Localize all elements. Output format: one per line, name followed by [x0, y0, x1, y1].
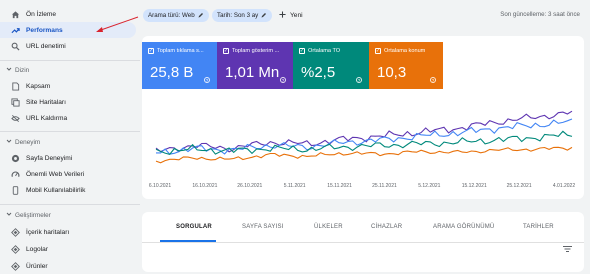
- series-line-2: [155, 130, 573, 156]
- sidebar-item-page-experience[interactable]: Sayfa Deneyimi: [0, 150, 136, 166]
- sidebar-item-label: İçerik haritaları: [26, 229, 70, 236]
- diamond-icon: [11, 245, 20, 254]
- sidebar-item-label: URL denetimi: [26, 43, 66, 50]
- help-icon[interactable]: ?: [430, 77, 436, 83]
- sidebar-item-label: Önemli Web Verileri: [26, 171, 85, 178]
- tab-search-appearance[interactable]: ARAMA GÖRÜNÜMÜ: [433, 224, 494, 230]
- edit-icon: [261, 12, 267, 20]
- speed-icon: [11, 170, 20, 179]
- new-filter-button[interactable]: Yeni: [279, 9, 303, 22]
- x-tick-label: 16.10.2021: [192, 183, 217, 189]
- divider: [0, 60, 140, 61]
- sidebar-item-label: Logolar: [26, 246, 48, 253]
- last-update-text: Son güncelleme: 3 saat önce: [500, 11, 580, 18]
- x-tick-label: 5.11.2021: [284, 183, 306, 189]
- checkbox-icon[interactable]: ✓: [375, 48, 381, 54]
- section-header-enhancements[interactable]: Geliştirmeler: [6, 211, 51, 219]
- filter-icon[interactable]: [563, 246, 572, 252]
- metric-total-impressions[interactable]: ✓ Toplam gösterim ... 1,01 Mn ?: [217, 42, 293, 89]
- sidebar-item-breadcrumbs[interactable]: İçerik haritaları: [0, 224, 136, 240]
- x-tick-label: 4.01.2022: [553, 183, 575, 189]
- file-icon: [11, 82, 20, 91]
- x-tick-label: 25.12.2021: [507, 183, 532, 189]
- star-circle-icon: [11, 154, 20, 163]
- section-header-index[interactable]: Dizin: [6, 66, 29, 74]
- sidebar-item-label: Kapsam: [26, 83, 51, 90]
- tab-queries[interactable]: SORGULAR: [176, 224, 212, 230]
- search-icon: [11, 42, 20, 51]
- sidebar-item-label: Mobil Kullanılabilirlik: [26, 187, 86, 194]
- x-tick-label: 26.10.2021: [237, 183, 262, 189]
- divider: [142, 242, 584, 243]
- sidebar-item-url-inspection[interactable]: URL denetimi: [0, 38, 136, 54]
- x-tick-label: 25.11.2021: [372, 183, 397, 189]
- x-tick-label: 15.11.2021: [327, 183, 352, 189]
- help-icon[interactable]: ?: [204, 77, 210, 83]
- phone-icon: [11, 186, 20, 195]
- metric-average-position[interactable]: ✓ Ortalama konum 10,3 ?: [369, 42, 443, 89]
- divider: [0, 204, 140, 205]
- sidebar-item-sitemaps[interactable]: Site Haritaları: [0, 94, 136, 110]
- x-tick-label: 5.12.2021: [418, 183, 440, 189]
- metric-value: 10,3: [377, 64, 407, 81]
- help-icon[interactable]: ?: [356, 77, 362, 83]
- divider: [0, 131, 140, 132]
- x-tick-label: 15.12.2021: [462, 183, 487, 189]
- sidebar-item-label: URL Kaldırma: [26, 115, 68, 122]
- tab-dates[interactable]: TARİHLER: [523, 224, 554, 230]
- checkbox-icon[interactable]: ✓: [299, 48, 305, 54]
- chevron-down-icon: [6, 138, 12, 146]
- plus-icon: [279, 11, 286, 20]
- sidebar-item-label: Ürünler: [26, 263, 48, 270]
- sidebar-item-logos[interactable]: Logolar: [0, 241, 136, 257]
- performance-chart-card: ✓ Toplam tıklama s... 25,8 B ? ✓ Toplam …: [142, 36, 584, 199]
- help-icon[interactable]: ?: [280, 77, 286, 83]
- diamond-icon: [11, 262, 20, 271]
- search-type-filter-chip[interactable]: Arama türü: Web: [143, 9, 209, 22]
- main-content: Arama türü: Web Tarih: Son 3 ay Yeni Son…: [140, 0, 590, 272]
- chevron-down-icon: [6, 211, 12, 219]
- annotation-arrow: [96, 16, 139, 32]
- trending-up-icon: [11, 26, 20, 35]
- eye-off-icon: [11, 114, 20, 123]
- date-filter-chip[interactable]: Tarih: Son 3 ay: [212, 9, 273, 22]
- diamond-icon: [11, 228, 20, 237]
- sidebar-item-label: Ön İzleme: [26, 11, 57, 18]
- checkbox-icon[interactable]: ✓: [148, 48, 154, 54]
- x-tick-label: 6.10.2021: [149, 183, 171, 189]
- metric-value: 25,8 B: [150, 64, 194, 81]
- metric-value: %2,5: [301, 64, 336, 81]
- sidebar-item-label: Performans: [26, 27, 63, 34]
- sidebar-item-label: Sayfa Deneyimi: [26, 155, 73, 162]
- report-tabs-card: SORGULAR SAYFA SAYISI ÜLKELER CİHAZLAR A…: [142, 212, 584, 272]
- sidebar-item-label: Site Haritaları: [26, 99, 66, 106]
- sidebar-item-removals[interactable]: URL Kaldırma: [0, 110, 136, 126]
- metric-total-clicks[interactable]: ✓ Toplam tıklama s... 25,8 B ?: [142, 42, 217, 89]
- sitemap-icon: [11, 98, 20, 107]
- tab-countries[interactable]: ÜLKELER: [314, 224, 343, 230]
- sidebar-item-mobile-usability[interactable]: Mobil Kullanılabilirlik: [0, 182, 136, 198]
- metric-average-ctr[interactable]: ✓ Ortalama TO %2,5 ?: [293, 42, 369, 89]
- sidebar: Ön İzleme Performans URL denetimi Dizin …: [0, 0, 140, 272]
- home-icon: [11, 10, 20, 19]
- tab-pages[interactable]: SAYFA SAYISI: [242, 224, 284, 230]
- chevron-down-icon: [6, 66, 12, 74]
- section-header-experience[interactable]: Deneyim: [6, 138, 40, 146]
- performance-line-chart[interactable]: 6.10.2021 16.10.2021 26.10.2021 5.11.2021 15…: [142, 91, 584, 196]
- tab-devices[interactable]: CİHAZLAR: [371, 224, 402, 230]
- series-line-0: [155, 110, 573, 153]
- checkbox-icon[interactable]: ✓: [223, 48, 229, 54]
- sidebar-item-coverage[interactable]: Kapsam: [0, 78, 136, 94]
- edit-icon: [198, 12, 204, 20]
- sidebar-item-core-web-vitals[interactable]: Önemli Web Verileri: [0, 166, 136, 182]
- metric-value: 1,01 Mn: [225, 64, 280, 81]
